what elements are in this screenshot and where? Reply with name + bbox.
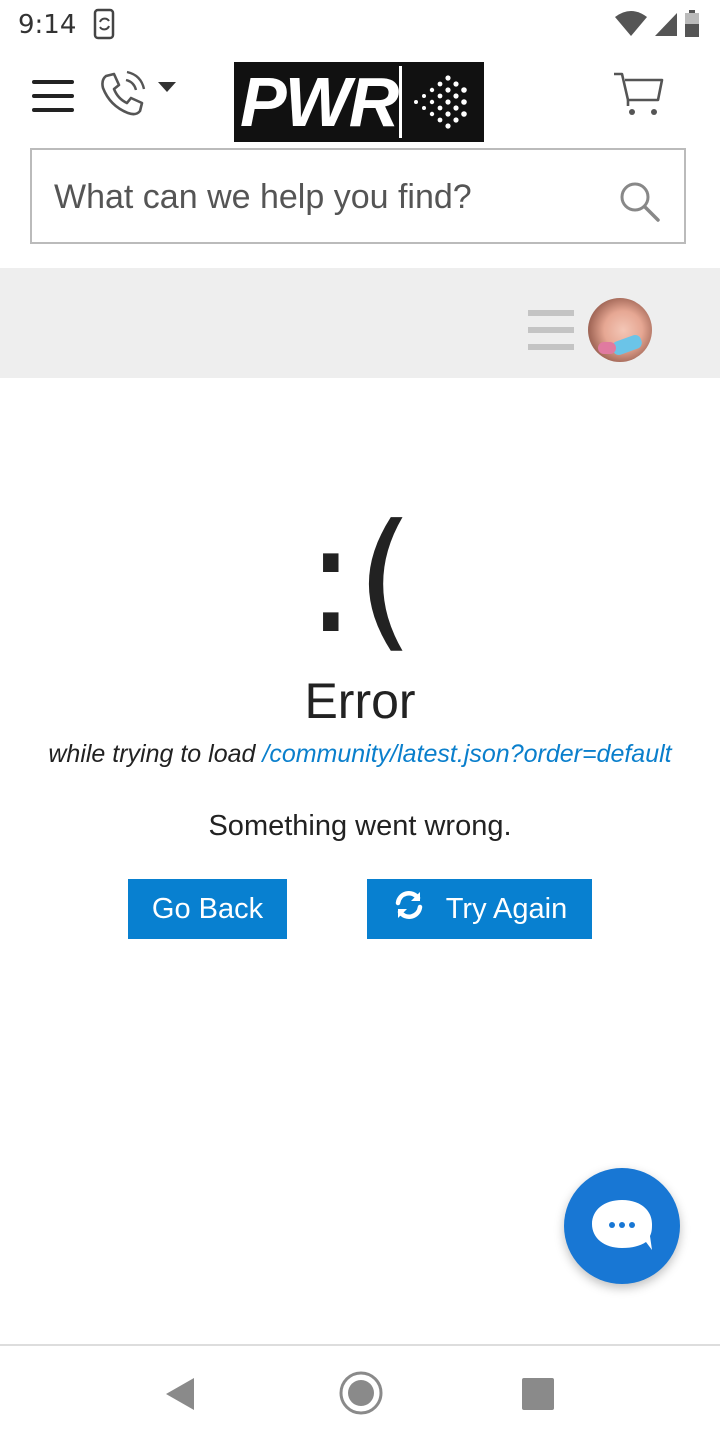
sync-phone-icon [92, 8, 118, 45]
recents-square-icon[interactable] [522, 1378, 554, 1410]
status-time: 9:14 [18, 10, 77, 40]
battery-icon [684, 10, 700, 43]
error-load-prefix: while trying to load [48, 740, 256, 768]
chat-bubble-icon [592, 1200, 652, 1250]
status-bar: 9:14 [0, 0, 720, 50]
system-nav-bar [0, 1344, 720, 1442]
logo-dots-graphic [414, 75, 467, 129]
chat-button[interactable] [564, 1168, 680, 1284]
signal-icon [654, 11, 678, 42]
community-menu-icon[interactable] [528, 310, 574, 350]
try-again-label: Try Again [445, 892, 568, 925]
home-circle-icon[interactable] [338, 1370, 384, 1421]
search-input[interactable] [52, 168, 616, 226]
error-title: Error [304, 673, 416, 729]
pwr-logo[interactable]: PWR [234, 62, 484, 142]
logo-text: PWR [240, 63, 399, 141]
error-load-message: while trying to load /community/latest.j… [0, 740, 720, 769]
refresh-icon [392, 889, 426, 929]
wifi-icon [614, 11, 648, 42]
cart-icon[interactable] [612, 68, 666, 123]
back-triangle-icon[interactable] [164, 1376, 196, 1417]
community-header-bar [0, 268, 720, 378]
error-url: /community/latest.json?order=default [262, 740, 672, 768]
site-header: PWR [0, 50, 720, 148]
search-icon[interactable] [618, 180, 662, 229]
go-back-button[interactable]: Go Back [128, 879, 287, 939]
error-description: Something went wrong. [208, 810, 512, 842]
try-again-button[interactable]: Try Again [367, 879, 592, 939]
avatar[interactable] [588, 298, 652, 362]
go-back-label: Go Back [151, 892, 264, 925]
search-box [30, 148, 686, 244]
phone-icon[interactable] [96, 68, 148, 125]
sad-face: :( [305, 493, 415, 667]
hamburger-icon[interactable] [32, 78, 76, 114]
caret-down-icon[interactable] [158, 82, 176, 92]
